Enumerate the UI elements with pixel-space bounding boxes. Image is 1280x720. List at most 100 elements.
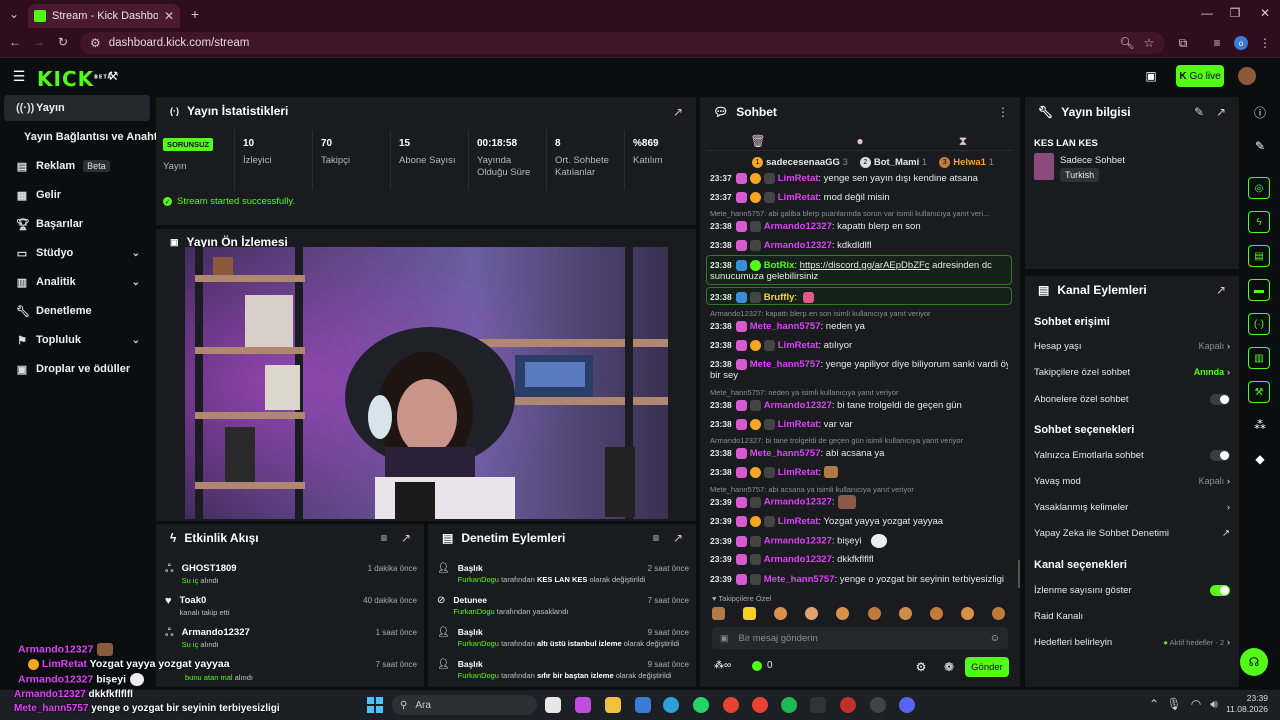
chat-message[interactable]: 23:39 Mete_hann5757: yenge o yozgat bir s…	[710, 573, 1008, 586]
chat-message[interactable]: 23:37 LimRetat: yenge sen yayın dışı kend…	[710, 172, 1008, 185]
emote-icon[interactable]	[774, 607, 788, 620]
rail-clipboard-icon[interactable]: ▤	[1248, 245, 1270, 267]
sidebar-item-community[interactable]: ⚑ Topluluk ⌄	[4, 327, 150, 353]
rail-wrench-icon[interactable]: ⚒	[1248, 381, 1270, 403]
windows-start-icon[interactable]	[367, 697, 383, 713]
discord-icon[interactable]	[899, 697, 915, 713]
new-tab-icon[interactable]: +	[188, 6, 202, 22]
go-live-button[interactable]: K Go live	[1176, 65, 1224, 87]
filter-icon[interactable]: ≡	[378, 531, 390, 545]
gifter[interactable]: 1 sadecesenaaGG 3	[752, 157, 848, 168]
sidebar-item-studio[interactable]: ▭ Stüdyo ⌄	[4, 240, 150, 266]
setting-subscribers-only[interactable]: Abonelere özel sohbet	[1034, 394, 1230, 405]
chat-input[interactable]: ▣ Bir mesaj gönderin ☺	[712, 627, 1008, 649]
spotify-icon[interactable]	[781, 697, 797, 713]
stream-preview-video[interactable]	[185, 247, 668, 519]
toggle-switch[interactable]	[1210, 450, 1230, 461]
hamburger-menu-icon[interactable]: ☰	[12, 68, 26, 84]
taskbar-clock[interactable]: 23:39 11.08.2026	[1226, 693, 1268, 715]
setting-slow-mode[interactable]: Yavaş mod Kapalı ›	[1034, 476, 1230, 487]
chrome-icon[interactable]	[723, 697, 739, 713]
support-headset-button[interactable]: ☊	[1240, 648, 1268, 676]
tray-chevron-icon[interactable]: ⌃	[1148, 697, 1160, 711]
file-explorer-icon[interactable]	[605, 697, 621, 713]
chat-message[interactable]: 23:38 Armando12327: kapattı blerp en son	[710, 220, 1008, 233]
toggle-switch[interactable]	[1210, 394, 1230, 405]
rail-broadcast-icon[interactable]: (·)	[1248, 313, 1270, 335]
bookmark-star-icon[interactable]: ☆	[1142, 36, 1156, 50]
sidebar-item-achievements[interactable]: 🏆︎ Başarılar	[4, 211, 150, 237]
kick-logo[interactable]: KICKBETA	[37, 67, 112, 91]
browser-menu-icon[interactable]: ⋮	[1258, 36, 1272, 50]
diamond-icon[interactable]: ◆	[1253, 452, 1267, 466]
setting-emote-only[interactable]: Yalnızca Emotlarla sohbet	[1034, 450, 1230, 461]
chat-menu-icon[interactable]: ⋮	[997, 105, 1009, 119]
popout-icon[interactable]: ↗	[1215, 283, 1227, 297]
community-icon[interactable]: ⁂	[1253, 418, 1267, 432]
chat-message[interactable]: 23:39 Armando12327: dkkfkflflfl	[710, 553, 1008, 566]
chat-bubble-icon[interactable]: ●	[854, 134, 866, 148]
terminal-icon[interactable]	[810, 697, 826, 713]
browser-tab[interactable]: Stream - Kick Dashboard ✕	[28, 4, 180, 28]
setting-banned-words[interactable]: Yasaklanmış kelimeler ›	[1034, 502, 1230, 513]
emote-icon[interactable]	[898, 607, 912, 620]
hourglass-icon[interactable]: ⧗	[957, 134, 969, 148]
copilot-icon[interactable]	[575, 697, 591, 713]
chrome-profile-icon[interactable]	[752, 697, 768, 713]
chat-scrollbar[interactable]	[1018, 560, 1020, 588]
chat-message[interactable]: 23:37 LimRetat: mod değil misin	[710, 191, 1008, 204]
site-info-icon[interactable]: ⚙	[90, 36, 101, 50]
toggle-switch[interactable]	[1210, 585, 1230, 596]
chat-message[interactable]: 23:38 Armando12327: kdkdldlfl	[710, 239, 1008, 252]
community-icon[interactable]: ❁	[942, 660, 956, 674]
store-icon[interactable]	[635, 697, 651, 713]
chat-message[interactable]: 23:38 Mete_hann5757: abi acsana ya	[710, 447, 1008, 460]
back-icon[interactable]: ←	[8, 35, 22, 49]
emote-icon[interactable]	[929, 607, 943, 620]
emote-icon[interactable]	[867, 607, 881, 620]
sidebar-item-moderation[interactable]: 🔧︎ Denetleme	[4, 298, 150, 324]
sidebar-item-analytics[interactable]: ▥ Analitik ⌄	[4, 269, 150, 295]
trash-icon[interactable]: 🗑︎	[750, 134, 765, 148]
emote-icon[interactable]	[743, 607, 757, 620]
mic-icon[interactable]: 🎙︎	[1166, 697, 1181, 711]
taskbar-search[interactable]: ⚲ Ara	[392, 695, 537, 715]
rail-camera-icon[interactable]: ◎	[1248, 177, 1270, 199]
maximize-icon[interactable]: ❐	[1228, 6, 1242, 20]
emoji-picker-icon[interactable]: ☺	[990, 633, 1000, 644]
edit-pencil-icon[interactable]: ✎	[1253, 139, 1267, 153]
chat-message[interactable]: 23:38 Armando12327: bi tane trolgeldi de …	[710, 399, 1008, 412]
close-tab-icon[interactable]: ✕	[164, 9, 174, 23]
rail-chat-icon[interactable]: ▬	[1248, 279, 1270, 301]
popout-icon[interactable]: ↗	[400, 531, 412, 545]
setting-account-age[interactable]: Hesap yaşı Kapalı ›	[1034, 341, 1230, 352]
chat-message[interactable]: 23:38 Bruffly:	[710, 291, 1008, 304]
rail-layout-icon[interactable]: ▥	[1248, 347, 1270, 369]
send-button[interactable]: Gönder	[965, 657, 1009, 677]
rail-lightning-icon[interactable]: ϟ	[1248, 211, 1270, 233]
filter-icon[interactable]: ≡	[650, 531, 662, 545]
chat-message[interactable]: 23:38 LimRetat: var var	[710, 418, 1008, 431]
chat-link[interactable]: https://discord.gg/arAEpDbZFc	[800, 260, 930, 271]
task-view-icon[interactable]	[545, 697, 561, 713]
chat-message[interactable]: 23:39 Armando12327: bişeyi	[710, 534, 1008, 550]
wifi-icon[interactable]: ◠	[1190, 697, 1202, 711]
user-avatar[interactable]	[1238, 67, 1256, 85]
reload-icon[interactable]: ↻	[56, 35, 70, 49]
popout-icon[interactable]: ↗	[1215, 105, 1227, 119]
whatsapp-icon[interactable]	[693, 697, 709, 713]
settings-gear-icon[interactable]: ⚙	[914, 660, 928, 674]
popout-icon[interactable]: ↗	[672, 531, 684, 545]
profile-avatar[interactable]: o	[1234, 36, 1248, 50]
forward-icon[interactable]: →	[32, 35, 46, 49]
media-controls-icon[interactable]: ≡	[1210, 36, 1224, 50]
chat-message[interactable]: 23:38 Mete_hann5757: neden ya	[710, 320, 1008, 333]
sidebar-item-drops[interactable]: ▣ Droplar ve ödüller	[4, 356, 150, 382]
minimize-icon[interactable]: —	[1200, 6, 1214, 20]
sidebar-item-stream[interactable]: ((·)) Yayın	[4, 95, 150, 121]
gifter[interactable]: 2 Bot_Mami 1	[859, 157, 927, 168]
zoom-icon[interactable]: 🔍︎	[1119, 36, 1134, 50]
setting-raid[interactable]: Raid Kanalı	[1034, 611, 1230, 622]
setting-ai-moderation[interactable]: Yapay Zeka ile Sohbet Denetimi ↗	[1034, 528, 1230, 539]
sidebar-item-ads[interactable]: ▤ Reklam Beta	[4, 153, 150, 179]
